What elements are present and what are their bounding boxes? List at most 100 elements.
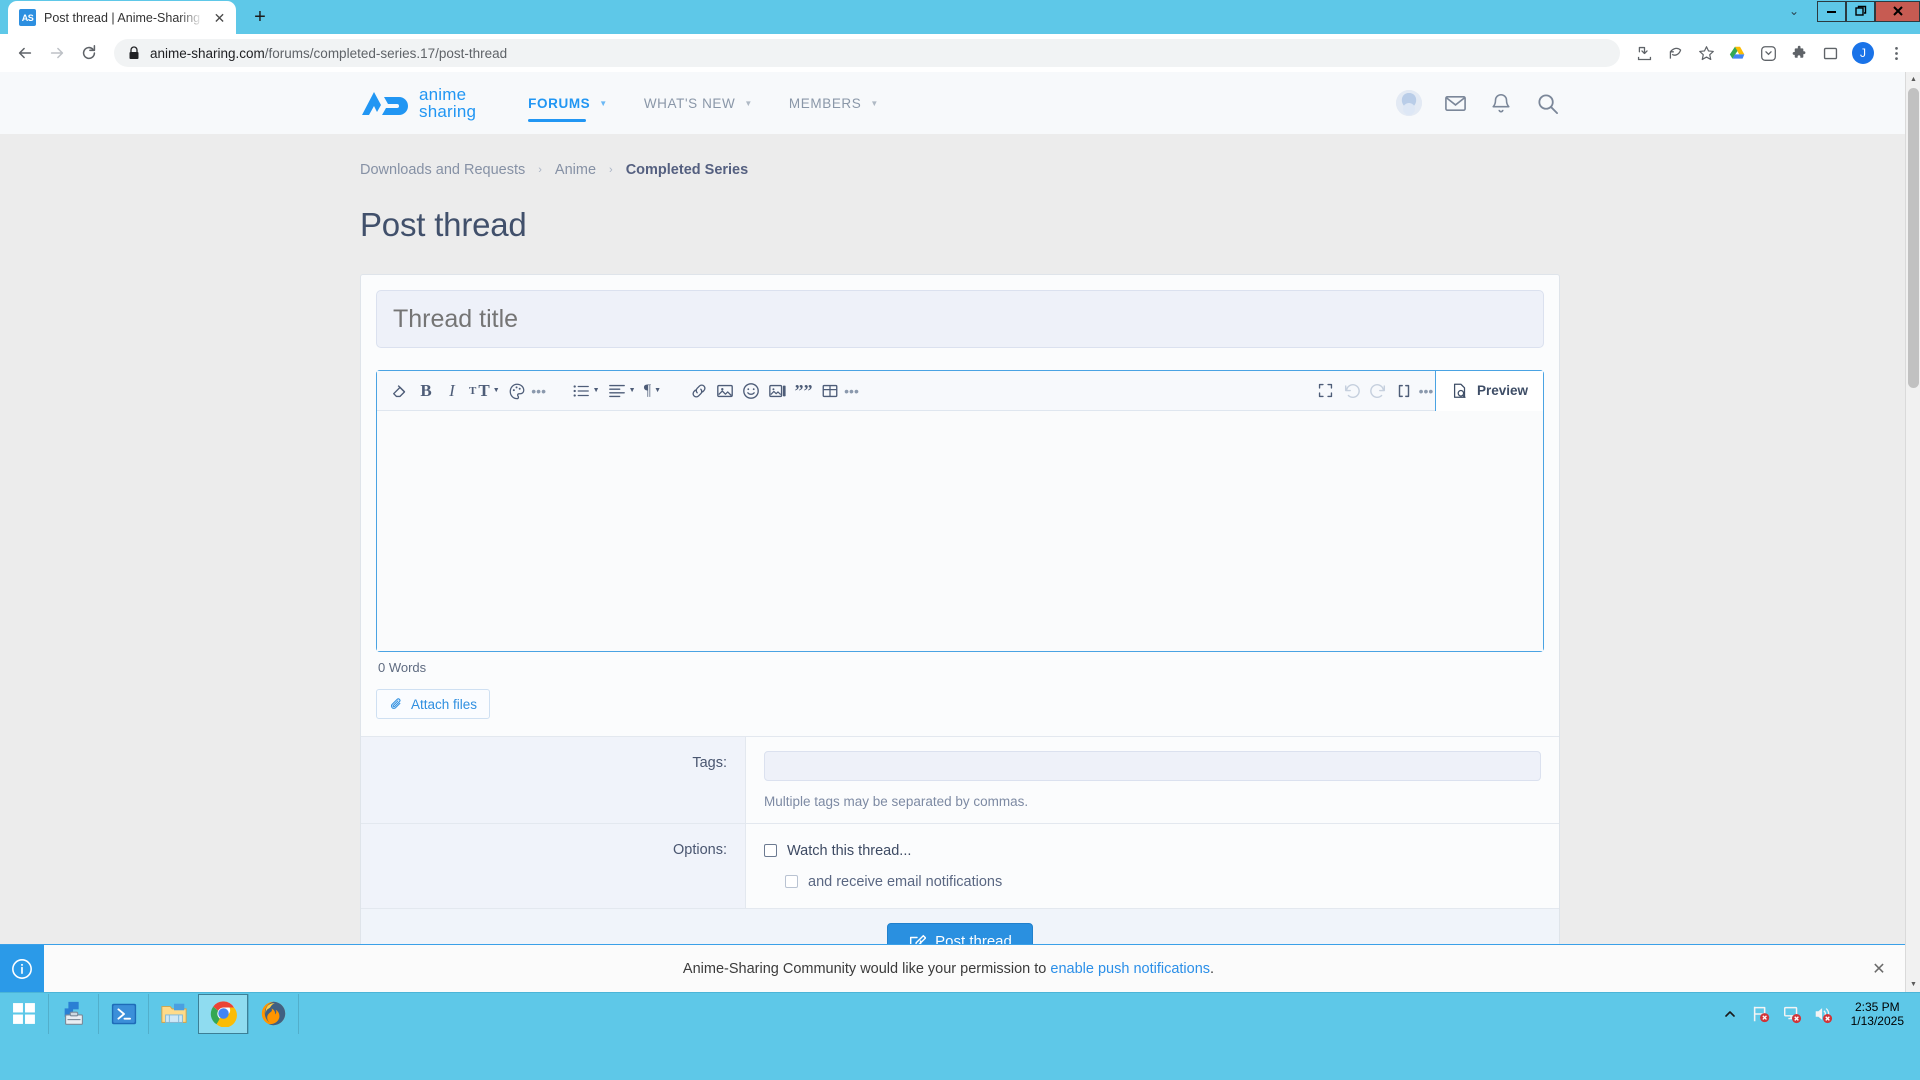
redo-icon[interactable] <box>1365 376 1391 406</box>
file-explorer-icon[interactable] <box>148 993 198 1034</box>
scroll-down-icon[interactable]: ▼ <box>1906 977 1920 992</box>
alerts-bell-icon[interactable] <box>1488 90 1514 116</box>
more-editor-options-icon[interactable]: • • • <box>1417 376 1435 406</box>
email-notifications-label: and receive email notifications <box>808 873 1003 890</box>
enable-push-notifications-link[interactable]: enable push notifications <box>1050 961 1210 977</box>
forward-button-icon[interactable] <box>42 38 72 68</box>
nav-item-forums[interactable]: FORUMS ▼ <box>510 72 626 134</box>
notification-close-icon[interactable]: ✕ <box>1853 959 1905 979</box>
windows-start-icon[interactable] <box>0 993 48 1035</box>
preview-button[interactable]: Preview <box>1434 370 1543 411</box>
url-host: anime-sharing.com <box>150 45 265 61</box>
breadcrumb-item-anime[interactable]: Anime <box>555 162 596 178</box>
extensions-puzzle-icon[interactable] <box>1785 39 1813 67</box>
bookmark-star-icon[interactable] <box>1692 39 1720 67</box>
chrome-icon[interactable] <box>198 993 248 1034</box>
nav-label: WHAT'S NEW <box>643 95 736 111</box>
message-editor-textarea[interactable] <box>377 411 1543 651</box>
email-notifications-checkbox[interactable] <box>785 875 798 888</box>
network-icon[interactable] <box>1781 1003 1803 1025</box>
chevron-down-icon: ▼ <box>870 98 879 108</box>
url-address-bar[interactable]: anime-sharing.com/forums/completed-serie… <box>114 39 1620 67</box>
bold-icon[interactable]: B <box>413 376 439 406</box>
server-manager-icon[interactable] <box>48 993 98 1034</box>
taskbar-clock[interactable]: 2:35 PM 1/13/2025 <box>1843 1000 1912 1028</box>
inbox-envelope-icon[interactable] <box>1442 90 1468 116</box>
back-button-icon[interactable] <box>10 38 40 68</box>
tab-title: Post thread | Anime-Sharing Com <box>44 10 203 25</box>
insert-smilie-icon[interactable] <box>738 376 764 406</box>
nav-item-members[interactable]: MEMBERS ▼ <box>771 72 897 134</box>
page-title: Post thread <box>360 206 527 243</box>
italic-icon[interactable]: I <box>439 376 465 406</box>
user-avatar[interactable] <box>1396 90 1422 116</box>
pocket-icon[interactable] <box>1754 39 1782 67</box>
paragraph-format-icon[interactable]: ¶ ▼ <box>640 376 666 406</box>
push-notification-bar: Anime-Sharing Community would like your … <box>0 944 1905 992</box>
options-row: Options: Watch this thread... and receiv… <box>361 823 1559 908</box>
font-size-icon[interactable]: T T ▼ <box>465 376 504 406</box>
breadcrumb-separator-icon: › <box>609 164 613 176</box>
taskbar-empty-slot <box>298 993 348 1034</box>
fullscreen-icon[interactable] <box>1313 376 1339 406</box>
page-scrollbar[interactable]: ▲ ▼ <box>1905 72 1920 992</box>
undo-icon[interactable] <box>1339 376 1365 406</box>
attach-files-label: Attach files <box>411 696 478 712</box>
attach-files-button[interactable]: Attach files <box>376 689 491 719</box>
breadcrumb-item-downloads-and-requests[interactable]: Downloads and Requests <box>360 162 525 178</box>
powershell-icon[interactable] <box>98 993 148 1034</box>
notification-text-after: . <box>1210 960 1215 977</box>
google-drive-icon[interactable] <box>1723 39 1751 67</box>
breadcrumb: Downloads and Requests › Anime › Complet… <box>360 162 1560 178</box>
watch-thread-checkbox[interactable] <box>764 844 777 857</box>
side-panel-icon[interactable] <box>1816 39 1844 67</box>
firefox-icon[interactable] <box>248 993 298 1034</box>
watch-thread-label: Watch this thread... <box>787 842 912 859</box>
page-viewport: anime sharing FORUMS ▼ WHAT'S NEW ▼ MEMB… <box>0 72 1920 992</box>
window-minimize-button[interactable] <box>1817 0 1846 22</box>
insert-table-icon[interactable] <box>817 376 843 406</box>
bullet-list-icon[interactable]: ▼ <box>568 376 604 406</box>
bb-code-icon[interactable] <box>1391 376 1417 406</box>
text-color-icon[interactable] <box>504 376 530 406</box>
preview-doc-icon <box>1453 383 1466 398</box>
window-restore-button[interactable] <box>1846 0 1875 22</box>
scroll-up-icon[interactable]: ▲ <box>1906 72 1920 87</box>
clock-date: 1/13/2025 <box>1850 1013 1904 1028</box>
scrollbar-thumb[interactable] <box>1908 88 1919 388</box>
text-align-icon[interactable]: ▼ <box>604 376 640 406</box>
install-app-icon[interactable] <box>1630 39 1658 67</box>
reload-button-icon[interactable] <box>74 38 104 68</box>
more-insert-options-icon[interactable]: • • • <box>843 376 861 406</box>
browser-tab[interactable]: AS Post thread | Anime-Sharing Com ✕ <box>8 1 236 34</box>
search-icon[interactable] <box>1534 90 1560 116</box>
insert-link-icon[interactable] <box>686 376 712 406</box>
watch-thread-option[interactable]: Watch this thread... <box>764 838 1541 863</box>
window-close-button[interactable] <box>1875 0 1920 22</box>
show-hidden-icons-chevron[interactable] <box>1719 1003 1741 1025</box>
nav-item-whats-new[interactable]: WHAT'S NEW ▼ <box>626 72 771 134</box>
tab-close-icon[interactable]: ✕ <box>211 9 228 26</box>
remove-formatting-icon[interactable] <box>387 376 413 406</box>
breadcrumb-item-completed-series[interactable]: Completed Series <box>626 162 749 178</box>
chevron-down-icon[interactable]: ⌄ <box>1771 0 1817 22</box>
new-tab-button[interactable]: + <box>245 2 275 32</box>
omnibox-action-icons: J <box>1630 39 1910 67</box>
browser-profile-avatar[interactable]: J <box>1852 42 1874 64</box>
share-icon[interactable] <box>1661 39 1689 67</box>
three-dot-menu-icon[interactable] <box>1882 39 1910 67</box>
as-logo-mark <box>362 92 408 115</box>
more-text-options-icon[interactable]: • • • <box>530 376 548 406</box>
site-logo[interactable]: anime sharing <box>360 86 476 120</box>
volume-muted-icon[interactable] <box>1812 1003 1834 1025</box>
thread-title-input[interactable] <box>376 290 1544 348</box>
insert-image-icon[interactable] <box>712 376 738 406</box>
email-notifications-option[interactable]: and receive email notifications <box>785 869 1541 894</box>
chevron-down-icon: ▼ <box>599 98 608 108</box>
tags-input[interactable] <box>764 751 1541 781</box>
url-text: anime-sharing.com/forums/completed-serie… <box>150 46 507 61</box>
info-icon <box>0 944 44 992</box>
insert-media-icon[interactable] <box>764 376 791 406</box>
insert-quote-icon[interactable]: ”” <box>791 376 817 406</box>
flag-action-center-icon[interactable] <box>1750 1003 1772 1025</box>
